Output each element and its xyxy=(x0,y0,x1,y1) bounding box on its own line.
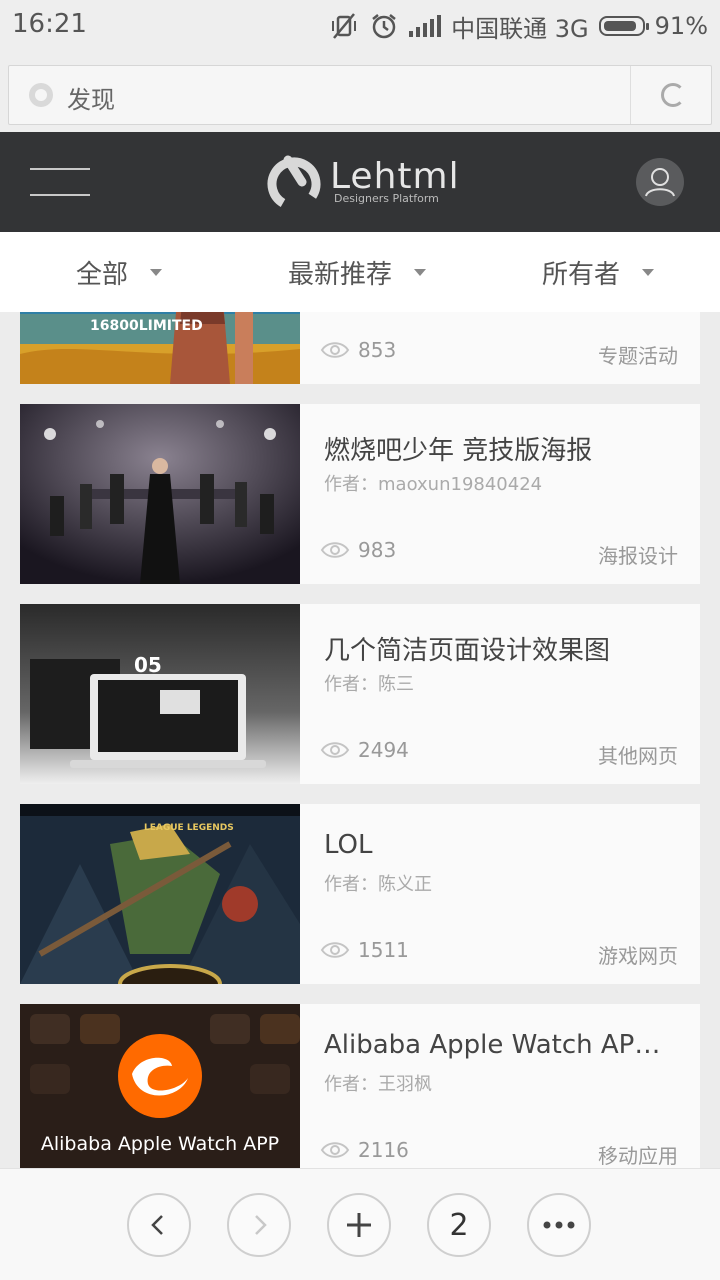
svg-text:LEAGUE LEGENDS: LEAGUE LEGENDS xyxy=(144,823,234,833)
chevron-right-icon xyxy=(255,1215,267,1235)
filter-latest[interactable]: 最新推荐 xyxy=(288,232,427,312)
chevron-down-icon xyxy=(642,268,655,276)
eye-icon xyxy=(320,1142,350,1158)
filter-label: 最新推荐 xyxy=(288,259,393,290)
eye-icon xyxy=(320,942,350,958)
menu-button[interactable] xyxy=(30,168,90,196)
site-header: Lehtml Designers Platform xyxy=(0,132,720,232)
project-category[interactable]: 游戏网页 xyxy=(598,940,678,969)
view-count: 853 xyxy=(320,338,396,362)
carrier-label: 中国联通 3G xyxy=(451,14,589,43)
list-item[interactable]: LEAGUE LEGENDS LOL 作者：陈义正 1511 游戏网页 xyxy=(20,804,700,984)
more-dots-icon xyxy=(543,1221,575,1229)
project-thumbnail[interactable]: 05 xyxy=(20,604,300,784)
project-title: Alibaba Apple Watch APP ... xyxy=(324,1030,674,1060)
browser-address-bar: 发现 xyxy=(0,52,720,132)
project-thumbnail[interactable] xyxy=(20,404,300,584)
forward-button[interactable] xyxy=(227,1193,291,1257)
project-list[interactable]: 16800LIMITED 853 专题活动 燃烧吧少年 竞技版海报 作者：mao… xyxy=(0,312,720,1168)
filter-owner[interactable]: 所有者 xyxy=(542,232,655,312)
project-author: 作者：陈义正 xyxy=(324,874,432,895)
list-item[interactable]: Alibaba Apple Watch APP Alibaba Apple Wa… xyxy=(20,1004,700,1168)
url-text: 发现 xyxy=(67,86,115,114)
project-category[interactable]: 专题活动 xyxy=(598,340,678,369)
reload-icon[interactable] xyxy=(661,83,685,107)
project-thumbnail[interactable]: Alibaba Apple Watch APP xyxy=(20,1004,300,1168)
site-icon xyxy=(29,83,53,107)
new-tab-button[interactable] xyxy=(327,1193,391,1257)
chevron-left-icon xyxy=(151,1215,163,1235)
alarm-icon xyxy=(372,14,396,39)
project-thumbnail[interactable]: LEAGUE LEGENDS xyxy=(20,804,300,984)
chevron-down-icon xyxy=(150,268,163,276)
svg-text:16800LIMITED: 16800LIMITED xyxy=(90,318,203,334)
svg-text:Alibaba Apple Watch APP: Alibaba Apple Watch APP xyxy=(41,1133,279,1155)
alibaba-watch-image: Alibaba Apple Watch APP xyxy=(20,1004,300,1168)
list-item[interactable]: 05 几个简洁页面设计效果图 作者：陈三 2494 其他网页 xyxy=(20,604,700,784)
user-icon xyxy=(645,168,675,197)
tabs-button[interactable]: 2 xyxy=(427,1193,491,1257)
beach-poster-image: 16800LIMITED xyxy=(20,312,300,384)
project-category[interactable]: 其他网页 xyxy=(598,740,678,769)
chevron-down-icon xyxy=(414,268,427,276)
project-title: 几个简洁页面设计效果图 xyxy=(324,636,611,666)
project-thumbnail[interactable]: 16800LIMITED xyxy=(20,312,300,384)
plus-icon xyxy=(347,1213,371,1237)
more-menu-button[interactable] xyxy=(527,1193,591,1257)
view-count: 2494 xyxy=(320,738,409,762)
project-title: 燃烧吧少年 竞技版海报 xyxy=(324,436,593,466)
view-count-value: 2494 xyxy=(358,738,409,762)
battery-percent: 91% xyxy=(654,12,708,40)
tab-count: 2 xyxy=(449,1207,469,1243)
view-count-value: 853 xyxy=(358,338,397,362)
status-bar: 16:21 中国联通 3G 91% xyxy=(0,0,720,52)
filter-all[interactable]: 全部 xyxy=(76,232,163,312)
list-item[interactable]: 燃烧吧少年 竞技版海报 作者：maoxun19840424 983 海报设计 xyxy=(20,404,700,584)
url-field[interactable]: 发现 xyxy=(8,65,712,125)
project-author: 作者：王羽枫 xyxy=(324,1074,432,1095)
logo-wordmark: Lehtml xyxy=(330,156,460,197)
view-count: 983 xyxy=(320,538,396,562)
eye-icon xyxy=(320,342,350,358)
lehtml-logo-icon xyxy=(267,155,321,210)
stage-poster-image xyxy=(20,404,300,584)
logo-tagline: Designers Platform xyxy=(334,192,439,205)
eye-icon xyxy=(320,542,350,558)
eye-icon xyxy=(320,742,350,758)
project-category[interactable]: 海报设计 xyxy=(598,540,678,569)
project-title: LOL xyxy=(324,830,373,860)
battery-level xyxy=(603,21,637,31)
project-author: 作者：陈三 xyxy=(324,674,414,695)
filter-label: 全部 xyxy=(76,259,129,290)
site-logo[interactable]: Lehtml Designers Platform xyxy=(266,152,466,212)
project-author: 作者：maoxun19840424 xyxy=(324,474,543,495)
back-button[interactable] xyxy=(127,1193,191,1257)
lol-game-image: LEAGUE LEGENDS xyxy=(20,804,300,984)
laptop-mockup-image: 05 xyxy=(20,604,300,784)
address-divider xyxy=(630,66,631,124)
battery-icon xyxy=(598,16,649,36)
view-count: 1511 xyxy=(320,938,409,962)
vibrate-off-icon xyxy=(332,13,357,39)
signal-icon xyxy=(409,15,442,37)
view-count: 2116 xyxy=(320,1138,409,1162)
status-time: 16:21 xyxy=(12,9,87,39)
view-count-value: 983 xyxy=(358,538,397,562)
svg-text:05: 05 xyxy=(134,653,162,677)
list-item[interactable]: 16800LIMITED 853 专题活动 xyxy=(20,312,700,384)
view-count-value: 2116 xyxy=(358,1138,409,1162)
project-category[interactable]: 移动应用 xyxy=(598,1140,678,1168)
user-avatar-button[interactable] xyxy=(636,158,684,206)
filter-label: 所有者 xyxy=(542,259,621,290)
browser-bottom-bar: 2 xyxy=(0,1168,720,1280)
filter-bar: 全部 最新推荐 所有者 xyxy=(0,232,720,312)
view-count-value: 1511 xyxy=(358,938,409,962)
